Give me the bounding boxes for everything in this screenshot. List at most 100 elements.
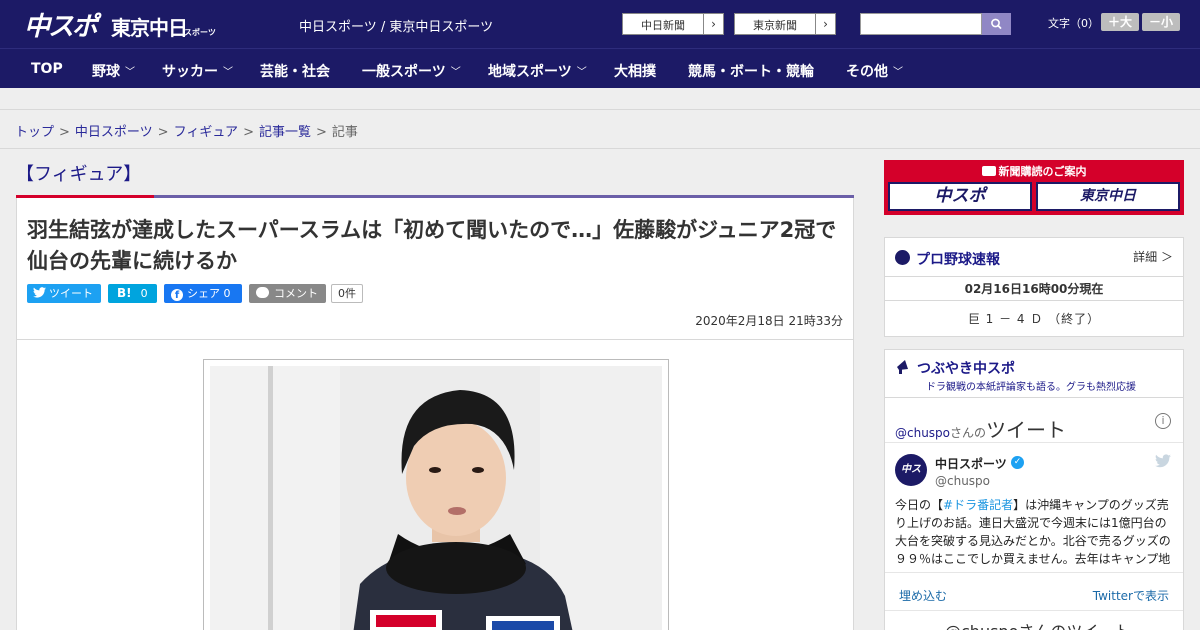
nav-item-general-sports[interactable]: 一般スポーツ ﹀ bbox=[362, 61, 461, 81]
comment-button[interactable]: コメント bbox=[249, 284, 326, 303]
tokyo-shimbun-label: 東京新聞 bbox=[753, 19, 797, 32]
tweet-text-part: 今日の【 bbox=[895, 498, 944, 512]
tweet-account-name[interactable]: 中日スポーツ bbox=[935, 455, 1007, 472]
chevron-down-icon: ﹀ bbox=[223, 67, 233, 78]
article-body: 羽生結弦が達成したスーパースラムは「初めて聞いたので…」佐藤駿がジュニア2冠で仙… bbox=[16, 198, 854, 630]
divider bbox=[885, 442, 1183, 443]
font-size-down-button[interactable]: －小 bbox=[1142, 13, 1180, 31]
chunichi-shimbun-label: 中日新聞 bbox=[641, 19, 685, 32]
nav-label: 芸能・社会 bbox=[260, 64, 330, 80]
nav-item-entertainment[interactable]: 芸能・社会 bbox=[260, 61, 330, 81]
nav-label: その他 bbox=[846, 64, 888, 80]
search-icon bbox=[991, 18, 1002, 29]
view-on-twitter-link[interactable]: Twitterで表示 bbox=[1093, 587, 1169, 604]
hatena-bookmark-button[interactable]: B! 0 bbox=[108, 284, 157, 303]
article-date: 2020年2月18日 21時33分 bbox=[695, 314, 843, 328]
tweet-label: ツイート bbox=[49, 287, 93, 300]
baseball-widget-title: プロ野球速報 bbox=[916, 252, 1000, 268]
chevron-down-icon: ﹀ bbox=[576, 67, 587, 78]
chevron-down-icon: ﹀ bbox=[893, 67, 903, 78]
comment-count: 0件 bbox=[331, 284, 363, 303]
tokyo-shimbun-link[interactable]: 東京新聞 › bbox=[734, 13, 836, 35]
nav-label: 地域スポーツ bbox=[488, 64, 572, 80]
twitter-widget: つぶやき中スポ ドラ観戦の本紙評論家も語る。グラも熱烈応援 @chuspoさんの… bbox=[884, 349, 1184, 630]
facebook-icon: f bbox=[171, 289, 183, 301]
baseball-detail-link[interactable]: 詳細 ＞ bbox=[1133, 248, 1173, 265]
baseball-update-time: 02月16日16時00分現在 bbox=[964, 282, 1104, 296]
subscribe-tokyo-chunichi-button[interactable]: 東京中日 bbox=[1036, 182, 1180, 211]
facebook-share-button[interactable]: f シェア 0 bbox=[164, 284, 242, 303]
breadcrumb-article-list[interactable]: 記事一覧 bbox=[259, 125, 311, 140]
divider bbox=[885, 610, 1183, 611]
subscribe-chuspo-button[interactable]: 中スポ bbox=[888, 182, 1032, 211]
divider bbox=[885, 572, 1183, 573]
search-button[interactable] bbox=[982, 13, 1011, 35]
nav-item-top[interactable]: TOP bbox=[31, 61, 63, 77]
tweet-button[interactable]: ツイート bbox=[27, 284, 101, 303]
baseball-score[interactable]: 巨 1 － 4 Ｄ （終了） bbox=[885, 310, 1183, 327]
baseball-icon bbox=[895, 250, 910, 265]
breadcrumb-figure[interactable]: フィギュア bbox=[174, 125, 238, 140]
nav-label: サッカー bbox=[162, 64, 218, 80]
nav-item-baseball[interactable]: 野球 ﹀ bbox=[92, 61, 135, 81]
nav-item-keiba[interactable]: 競馬・ボート・競輪 bbox=[688, 61, 814, 81]
ad-strip bbox=[0, 88, 1200, 110]
nav-item-other[interactable]: その他 ﹀ bbox=[846, 61, 903, 81]
tokyo-chunichi-logo-sub: スポーツ bbox=[184, 28, 216, 37]
chunichi-shimbun-link[interactable]: 中日新聞 › bbox=[622, 13, 724, 35]
font-size-up-button[interactable]: ＋大 bbox=[1101, 13, 1139, 31]
skater-portrait-image bbox=[210, 366, 662, 630]
comment-bubble-icon bbox=[256, 287, 269, 298]
divider bbox=[17, 339, 853, 340]
hatena-icon: B! bbox=[117, 286, 132, 300]
nav-item-local-sports[interactable]: 地域スポーツ ﹀ bbox=[488, 61, 587, 81]
tweet-hashtag[interactable]: #ドラ番記者 bbox=[943, 498, 1013, 512]
nav-label: TOP bbox=[31, 61, 63, 77]
top-header: 中スポ 東京中日 スポーツ 中日スポーツ / 東京中日スポーツ 中日新聞 › 東… bbox=[0, 0, 1200, 48]
breadcrumb-separator: > bbox=[243, 125, 254, 140]
timeline-footer[interactable]: @chuspoさんのツイート bbox=[945, 618, 1130, 630]
tokyo-chunichi-logo[interactable]: 東京中日 bbox=[111, 12, 188, 41]
avatar[interactable]: 中ス bbox=[895, 454, 927, 486]
facebook-share-label: シェア 0 bbox=[187, 287, 231, 300]
chevron-down-icon: ﹀ bbox=[125, 67, 135, 78]
twitter-bird-icon bbox=[1155, 454, 1171, 468]
breadcrumb: トップ > 中日スポーツ > フィギュア > 記事一覧 > 記事 bbox=[15, 121, 358, 140]
breadcrumb-top[interactable]: トップ bbox=[15, 125, 54, 140]
search-input[interactable] bbox=[860, 13, 982, 35]
article-photo-frame bbox=[203, 359, 669, 630]
chuspo-logo[interactable]: 中スポ bbox=[24, 6, 98, 43]
article-category: 【フィギュア】 bbox=[16, 164, 142, 185]
font-size-label: 文字（0） bbox=[1048, 17, 1099, 30]
nav-label: 大相撲 bbox=[614, 64, 656, 80]
subscription-title-text: 新聞購読のご案内 bbox=[998, 165, 1087, 178]
site-name: 中日スポーツ / 東京中日スポーツ bbox=[299, 20, 494, 35]
nav-label: 野球 bbox=[92, 64, 120, 80]
embed-link[interactable]: 埋め込む bbox=[899, 587, 947, 604]
chevron-down-icon: ﹀ bbox=[450, 67, 461, 78]
tweet-account-user[interactable]: @chuspo bbox=[935, 474, 990, 488]
nav-item-sumo[interactable]: 大相撲 bbox=[614, 61, 656, 81]
tweet-text: 今日の【#ドラ番記者】は沖縄キャンプのグッズ売り上げのお話。連日大盛況で今週末に… bbox=[895, 496, 1175, 568]
divider bbox=[885, 276, 1183, 277]
subscription-title: 新聞購読のご案内 bbox=[884, 163, 1184, 179]
article-photo[interactable] bbox=[210, 366, 662, 630]
twitter-widget-title: つぶやき中スポ bbox=[917, 361, 1015, 377]
subscription-banner[interactable]: 新聞購読のご案内 中スポ 東京中日 bbox=[884, 160, 1184, 215]
twitter-widget-subtitle: ドラ観戦の本紙評論家も語る。グラも熱烈応援 bbox=[926, 382, 1136, 393]
hatena-count: 0 bbox=[140, 287, 148, 300]
timeline-tweet-word: ツイート bbox=[986, 418, 1067, 442]
timeline-handle-suffix: さんの bbox=[950, 426, 987, 440]
info-icon[interactable]: i bbox=[1155, 413, 1171, 429]
chevron-right-icon: › bbox=[703, 14, 723, 34]
breadcrumb-separator: > bbox=[315, 125, 327, 140]
nav-item-soccer[interactable]: サッカー ﹀ bbox=[162, 61, 233, 81]
newspaper-icon bbox=[981, 166, 996, 176]
breadcrumb-separator: > bbox=[59, 125, 70, 140]
timeline-handle[interactable]: @chuspo bbox=[895, 426, 950, 440]
breadcrumb-chunichi-sports[interactable]: 中日スポーツ bbox=[75, 125, 153, 140]
breadcrumb-current: 記事 bbox=[331, 125, 358, 140]
nav-label: 競馬・ボート・競輪 bbox=[688, 64, 814, 80]
twitter-bird-icon bbox=[33, 287, 46, 298]
article-headline: 羽生結弦が達成したスーパースラムは「初めて聞いたので…」佐藤駿がジュニア2冠で仙… bbox=[27, 218, 837, 273]
